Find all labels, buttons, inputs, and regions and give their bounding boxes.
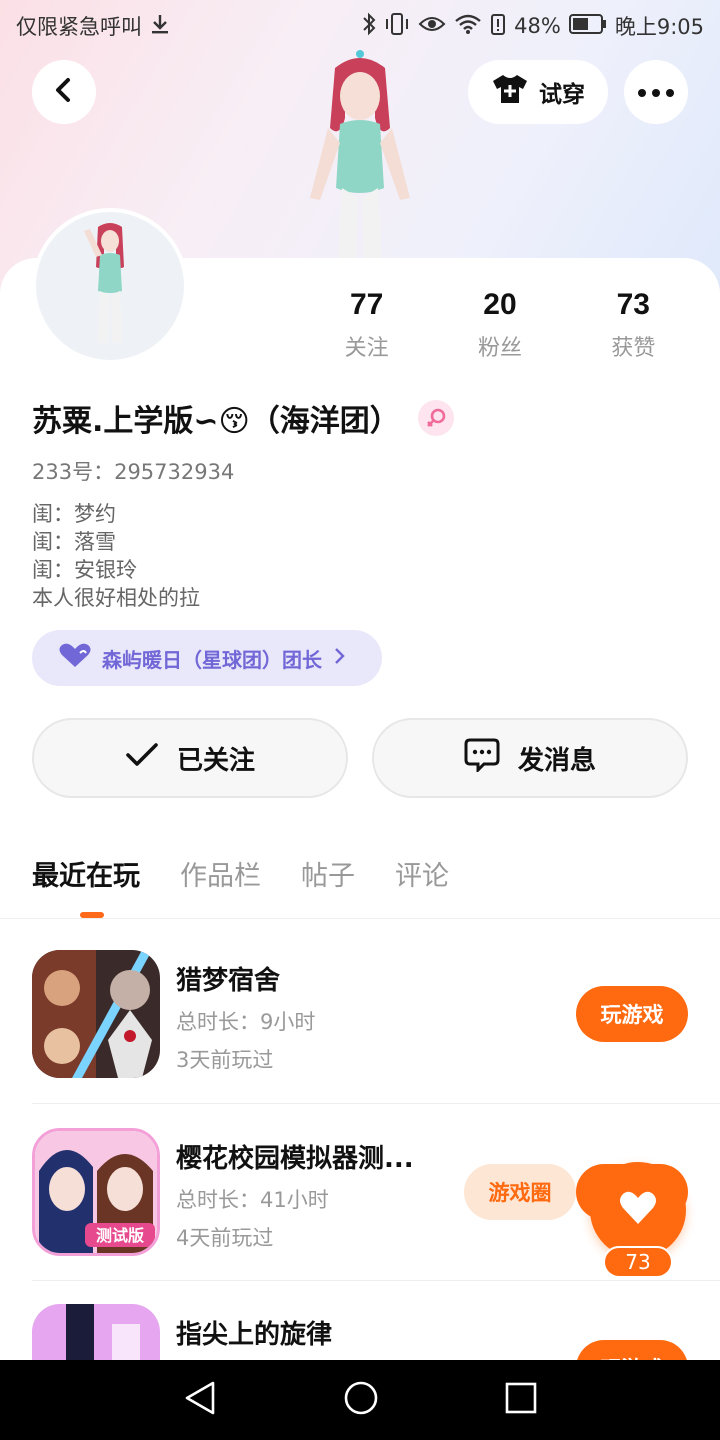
game-last-played: 4天前玩过: [176, 1226, 274, 1250]
stat-followers[interactable]: 20 粉丝: [433, 288, 566, 368]
chevron-left-icon: [52, 76, 76, 108]
tab-posts[interactable]: 帖子: [301, 854, 355, 893]
bio-line: 闺：落雪: [32, 530, 116, 554]
stat-following[interactable]: 77 关注: [300, 288, 433, 368]
recents-square-icon[interactable]: [505, 1382, 537, 1418]
user-id: 233号：295732934: [32, 460, 235, 484]
carrier-text: 仅限紧急呼叫: [16, 15, 142, 39]
chat-bubble-icon: [464, 738, 500, 779]
game-icon-sakura-school[interactable]: 测试版: [32, 1128, 160, 1256]
stat-likes[interactable]: 73 获赞: [567, 288, 700, 368]
more-button[interactable]: [624, 60, 688, 124]
play-game-button[interactable]: 玩游戏: [576, 986, 688, 1042]
back-button[interactable]: [32, 60, 96, 124]
profile-tabs: 最近在玩 作品栏 帖子 评论: [32, 854, 449, 893]
wifi-icon: [454, 13, 482, 40]
like-count-badge: 73: [603, 1246, 673, 1278]
game-duration: 总时长：41小时: [176, 1188, 329, 1212]
avatar[interactable]: [32, 208, 188, 364]
tab-comments[interactable]: 评论: [395, 854, 449, 893]
stat-value: 77: [349, 288, 384, 321]
vibrate-icon: [384, 12, 410, 41]
home-circle-icon[interactable]: [343, 1380, 379, 1420]
stat-value: 20: [483, 288, 517, 321]
row-divider: [32, 1103, 720, 1104]
eye-icon: [418, 14, 446, 39]
bio-line: 闺：安银玲: [32, 558, 137, 582]
battery-percent: 48%: [514, 14, 561, 38]
clock: 晚上9:05: [614, 15, 704, 39]
heart-icon: [618, 1190, 658, 1230]
like-floating-button[interactable]: [590, 1162, 686, 1258]
game-last-played: 3天前玩过: [176, 1048, 274, 1072]
game-duration: 总时长：9小时: [176, 1010, 316, 1034]
game-row[interactable]: 指尖上的旋律 玩游戏: [32, 1304, 688, 1360]
profile-stats: 77 关注 20 粉丝 73 获赞: [300, 288, 700, 368]
status-right: 48% 晚上9:05: [362, 11, 704, 41]
chevron-right-icon: [332, 646, 346, 671]
tshirt-icon: [491, 73, 529, 111]
status-bar: 仅限紧急呼叫 48% 晚上9:05: [0, 0, 720, 52]
check-icon: [125, 742, 159, 775]
status-left: 仅限紧急呼叫: [16, 11, 170, 41]
following-button[interactable]: 已关注: [32, 718, 348, 798]
stat-label: 获赞: [611, 336, 656, 361]
club-label: 森屿暖日（星球团）团长: [102, 647, 322, 672]
tab-works[interactable]: 作品栏: [180, 854, 261, 893]
club-badge[interactable]: 森屿暖日（星球团）团长: [32, 630, 382, 686]
following-label: 已关注: [176, 745, 255, 776]
stat-value: 73: [616, 288, 650, 321]
stat-label: 粉丝: [477, 336, 522, 361]
battery-alert-icon: [490, 12, 506, 41]
message-label: 发消息: [517, 745, 596, 776]
username: 苏粟.上学版∽😚（海洋团）: [32, 404, 400, 439]
game-title: 指尖上的旋律: [176, 1320, 333, 1350]
stat-label: 关注: [344, 336, 389, 361]
row-divider: [32, 1280, 720, 1281]
username-row: 苏粟.上学版∽😚（海洋团）: [32, 396, 454, 440]
heart-icon: [58, 643, 92, 674]
tabs-divider: [0, 918, 720, 919]
more-dots-icon: [637, 83, 675, 102]
game-title: 猎梦宿舍: [176, 966, 281, 996]
svg-text:测试版: 测试版: [96, 1226, 144, 1245]
send-message-button[interactable]: 发消息: [372, 718, 688, 798]
bio: 闺：梦约 闺：落雪 闺：安银玲 本人很好相处的拉: [32, 500, 200, 612]
game-icon-dream-dorm[interactable]: [32, 950, 160, 1078]
banner-avatar-figure: [280, 48, 440, 260]
download-icon: [150, 13, 170, 40]
battery-icon: [568, 13, 607, 40]
game-title: 樱花校园模拟器测...: [176, 1144, 414, 1174]
play-game-button[interactable]: 玩游戏: [576, 1340, 688, 1360]
back-triangle-icon[interactable]: [183, 1380, 217, 1420]
bluetooth-icon: [362, 12, 376, 41]
game-circle-button[interactable]: 游戏圈: [464, 1164, 576, 1220]
tab-recently-played[interactable]: 最近在玩: [32, 854, 140, 893]
try-on-label: 试穿: [539, 82, 585, 108]
game-icon-melody[interactable]: [32, 1304, 160, 1360]
female-icon: [417, 400, 454, 436]
game-row[interactable]: 猎梦宿舍 总时长：9小时 3天前玩过 玩游戏: [32, 950, 688, 1126]
try-on-button[interactable]: 试穿: [468, 60, 608, 124]
bio-line: 本人很好相处的拉: [32, 586, 200, 610]
system-nav-bar: [0, 1360, 720, 1440]
bio-line: 闺：梦约: [32, 502, 116, 526]
